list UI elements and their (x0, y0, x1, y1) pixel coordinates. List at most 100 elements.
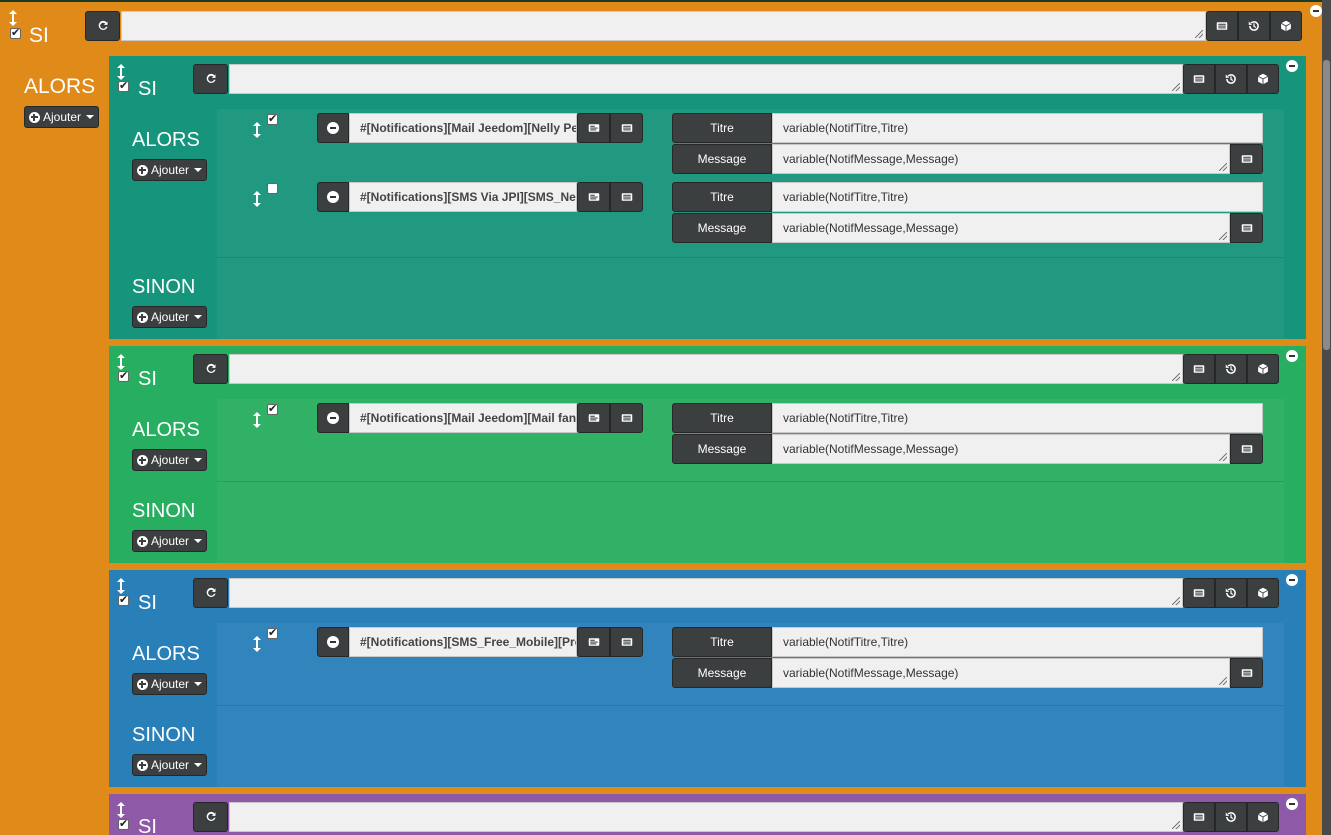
root-list-button[interactable] (1206, 11, 1238, 41)
drag-icon[interactable] (252, 412, 262, 428)
block-0-sinon-add-button[interactable]: Ajouter (132, 306, 207, 328)
block-2-action-0-remove-button[interactable] (317, 627, 349, 657)
block-3-cube-button[interactable] (1247, 802, 1279, 832)
block-2-remove-icon[interactable] (1286, 574, 1298, 586)
drag-icon[interactable] (252, 191, 262, 207)
block-1-history-button[interactable] (1215, 354, 1247, 384)
drag-icon[interactable] (116, 802, 126, 818)
root-alors-keyword: ALORS (24, 75, 96, 98)
root-cube-button[interactable] (1270, 11, 1302, 41)
block-1-enable-checkbox[interactable] (118, 369, 129, 382)
block-0-alors-add-button[interactable]: Ajouter (132, 159, 207, 181)
history-icon (1225, 587, 1237, 599)
block-1-alors-keyword: ALORS (132, 419, 200, 441)
block-0-action-1-select-equipment-button[interactable] (577, 182, 610, 212)
block-0-cube-button[interactable] (1247, 64, 1279, 94)
list-icon (1193, 587, 1205, 599)
block-1-action-0-command-input[interactable]: #[Notifications][Mail Jeedom][Mail fan (349, 403, 577, 433)
block-1-list-button[interactable] (1183, 354, 1215, 384)
block-0-action-1-message-input[interactable]: variable(NotifMessage,Message) (772, 213, 1230, 243)
block-0-action-1-enable-checkbox[interactable] (267, 183, 278, 194)
block-1-action-0-message-list-button[interactable] (1230, 434, 1263, 464)
block-3-list-button[interactable] (1183, 802, 1215, 832)
block-2-sinon-add-button[interactable]: Ajouter (132, 754, 207, 776)
block-2-action-0-command-input[interactable]: #[Notifications][SMS_Free_Mobile][Pro (349, 627, 577, 657)
plus-circle-icon (136, 678, 148, 690)
root-condition-input[interactable] (121, 11, 1206, 41)
block-0-refresh-button[interactable] (193, 64, 228, 94)
block-1-action-0-title-input[interactable]: variable(NotifTitre,Titre) (772, 403, 1263, 433)
block-2-enable-checkbox[interactable] (118, 593, 129, 606)
block-0-action-0-title-input[interactable]: variable(NotifTitre,Titre) (772, 113, 1263, 143)
remove-icon (327, 122, 339, 134)
drag-icon[interactable] (8, 10, 18, 26)
block-1-action-0-select-equipment-button[interactable] (577, 403, 610, 433)
root-history-button[interactable] (1238, 11, 1270, 41)
block-2-cube-button[interactable] (1247, 578, 1279, 608)
scrollbar-thumb[interactable] (1323, 60, 1330, 350)
block-0-action-1-select-command-button[interactable] (610, 182, 643, 212)
block-1-condition-input[interactable] (229, 354, 1183, 384)
block-0-action-0-message-input[interactable]: variable(NotifMessage,Message) (772, 144, 1230, 174)
block-1-action-0-select-command-button[interactable] (610, 403, 643, 433)
caret-down-icon (86, 115, 95, 119)
block-1-alors-add-button[interactable]: Ajouter (132, 449, 207, 471)
block-1-cube-button[interactable] (1247, 354, 1279, 384)
block-2-action-0-select-command-button[interactable] (610, 627, 643, 657)
block-1-action-0-enable-checkbox[interactable] (267, 402, 278, 415)
block-1-sinon-add-button[interactable]: Ajouter (132, 530, 207, 552)
block-2-action-0-select-equipment-button[interactable] (577, 627, 610, 657)
block-0-action-1-remove-button[interactable] (317, 182, 349, 212)
block-0-action-1-command-input[interactable]: #[Notifications][SMS Via JPI][SMS_Ne (349, 182, 577, 212)
block-0-action-1-title-input[interactable]: variable(NotifTitre,Titre) (772, 182, 1263, 212)
block-0-enable-checkbox[interactable] (118, 79, 129, 92)
root-enable-checkbox[interactable] (10, 26, 21, 39)
block-0-action-0-select-command-button[interactable] (610, 113, 643, 143)
block-2-action-0-enable-checkbox[interactable] (267, 626, 278, 639)
drag-icon[interactable] (116, 354, 126, 370)
remove-icon (327, 636, 339, 648)
block-3-refresh-button[interactable] (193, 802, 228, 832)
block-2-action-0-message-list-button[interactable] (1230, 658, 1263, 688)
block-0-remove-icon[interactable] (1286, 60, 1298, 72)
block-0-list-button[interactable] (1183, 64, 1215, 94)
block-2-action-0-command-tools (577, 627, 643, 657)
cube-icon (1257, 363, 1269, 375)
block-3-remove-icon[interactable] (1286, 798, 1298, 810)
block-1-action-0-command-tools (577, 403, 643, 433)
block-0-action-0-enable-checkbox[interactable] (267, 112, 278, 125)
block-2-history-button[interactable] (1215, 578, 1247, 608)
scrollbar[interactable] (1322, 0, 1331, 835)
root-add-button[interactable]: Ajouter (24, 106, 99, 128)
remove-icon (327, 191, 339, 203)
block-1-action-0-remove-button[interactable] (317, 403, 349, 433)
block-2-alors-add-button[interactable]: Ajouter (132, 673, 207, 695)
block-3-condition-input[interactable] (229, 802, 1183, 832)
block-2-refresh-button[interactable] (193, 578, 228, 608)
root-refresh-button[interactable] (85, 11, 120, 41)
block-1-action-0-message-input[interactable]: variable(NotifMessage,Message) (772, 434, 1230, 464)
root-remove-icon[interactable] (1310, 5, 1322, 17)
block-0-action-0-command-input[interactable]: #[Notifications][Mail Jeedom][Nelly Pe (349, 113, 577, 143)
block-3-history-button[interactable] (1215, 802, 1247, 832)
block-1-refresh-button[interactable] (193, 354, 228, 384)
drag-icon[interactable] (252, 122, 262, 138)
block-2-action-0-message-input[interactable]: variable(NotifMessage,Message) (772, 658, 1230, 688)
list-icon (621, 412, 633, 424)
block-0-action-0-message-list-button[interactable] (1230, 144, 1263, 174)
block-2-action-0-title-input[interactable]: variable(NotifTitre,Titre) (772, 627, 1263, 657)
add-button-label: Ajouter (150, 534, 190, 548)
drag-icon[interactable] (116, 578, 126, 594)
block-3-enable-checkbox[interactable] (118, 817, 129, 830)
block-0-action-0-select-equipment-button[interactable] (577, 113, 610, 143)
block-1-remove-icon[interactable] (1286, 350, 1298, 362)
block-0-action-1-message-list-button[interactable] (1230, 213, 1263, 243)
block-2-condition-input[interactable] (229, 578, 1183, 608)
block-0-condition-input[interactable] (229, 64, 1183, 94)
drag-icon[interactable] (252, 636, 262, 652)
block-2-list-button[interactable] (1183, 578, 1215, 608)
block-0-history-button[interactable] (1215, 64, 1247, 94)
drag-icon[interactable] (116, 64, 126, 80)
block-0-action-0-remove-button[interactable] (317, 113, 349, 143)
block-2-alors-keyword: ALORS (132, 643, 200, 665)
